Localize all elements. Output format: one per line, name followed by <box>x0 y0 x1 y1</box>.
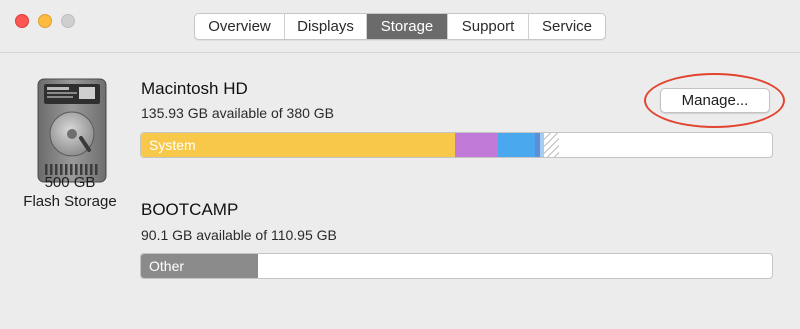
minimize-window-button[interactable] <box>38 14 52 28</box>
device-type: Flash Storage <box>23 193 117 210</box>
bar-segment-blue <box>497 133 535 157</box>
bar-label-other: Other <box>149 258 185 274</box>
manage-highlight-ring <box>644 73 785 128</box>
tab-storage[interactable]: Storage <box>367 14 448 39</box>
tab-support[interactable]: Support <box>448 14 529 39</box>
bar-label-system: System <box>149 137 196 153</box>
storage-pane: 500 GB Flash Storage Macintosh HD 135.93… <box>0 53 800 329</box>
bar-segment-purgeable <box>543 133 559 157</box>
tab-service[interactable]: Service <box>529 14 605 39</box>
device-capacity: 500 GB <box>44 174 96 191</box>
volume-availability-bootcamp: 90.1 GB available of 110.95 GB <box>141 227 337 243</box>
tab-overview[interactable]: Overview <box>195 14 285 39</box>
storage-usage-bar-bootcamp: Other <box>140 253 773 279</box>
device-caption: 500 GB Flash Storage <box>10 173 130 211</box>
bar-segment-purple <box>455 133 498 157</box>
hard-drive-icon <box>37 78 107 183</box>
tab-displays[interactable]: Displays <box>285 14 367 39</box>
window-controls <box>15 14 75 28</box>
zoom-window-button[interactable] <box>61 14 75 28</box>
volume-name-bootcamp: BOOTCAMP <box>141 200 239 219</box>
title-bar: Overview Displays Storage Support Servic… <box>0 0 800 53</box>
volume-name-macintosh-hd: Macintosh HD <box>141 79 248 98</box>
storage-usage-bar: System <box>140 132 773 158</box>
volume-availability: 135.93 GB available of 380 GB <box>141 105 335 121</box>
close-window-button[interactable] <box>15 14 29 28</box>
tab-bar: Overview Displays Storage Support Servic… <box>194 13 606 40</box>
